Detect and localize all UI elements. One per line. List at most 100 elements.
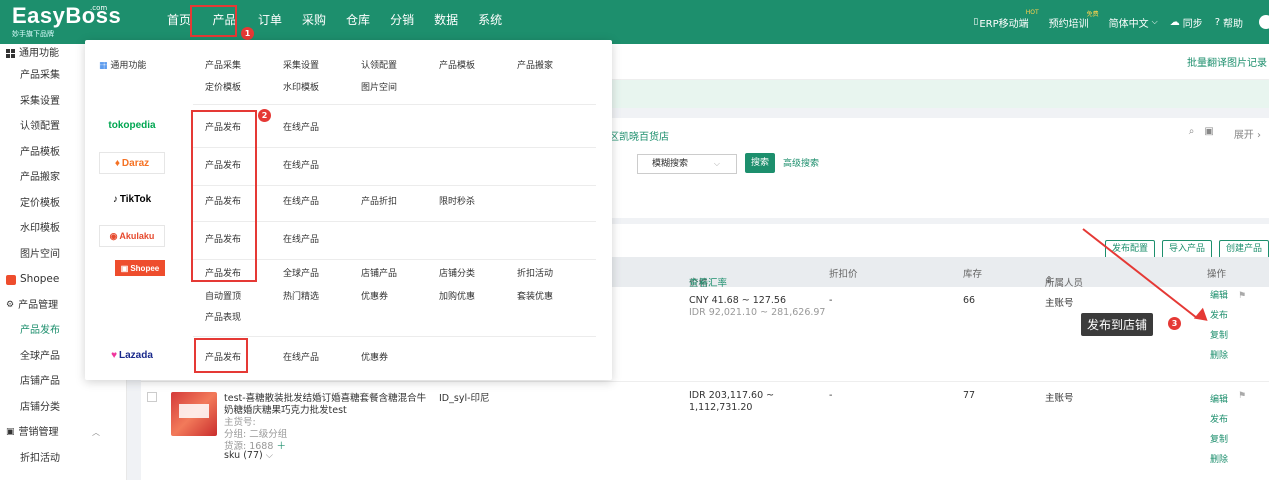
search-button[interactable]: 搜索	[745, 153, 775, 173]
language-select[interactable]: 简体中文 ⌵	[1109, 15, 1158, 30]
logo[interactable]: EasyBoss .com 妙手旗下品牌	[12, 4, 121, 39]
filter-tools: ⌕ ▣ 展开 ›	[1179, 126, 1261, 141]
user-menu[interactable]	[1259, 15, 1269, 29]
training-label: 预约培训	[1048, 18, 1089, 30]
dropdown-general-label: 通用功能	[110, 61, 147, 71]
dd-akulaku-online[interactable]: 在线产品	[283, 232, 319, 245]
dd-shopee-store-products[interactable]: 店铺产品	[361, 266, 397, 279]
row1-discount: -	[829, 295, 833, 306]
row1-delete-link[interactable]: 删除	[1210, 346, 1228, 366]
tiktok-note-icon: ♪	[112, 193, 118, 205]
nav-warehouse[interactable]: 仓库	[336, 0, 380, 44]
row1-publish-link[interactable]: 发布	[1210, 306, 1228, 326]
settings-icon[interactable]: ▣	[1204, 126, 1213, 141]
row2-checkbox[interactable]	[147, 392, 157, 402]
grid-icon: ▦	[99, 61, 108, 71]
sort-icon[interactable]: ⇕	[1045, 275, 1053, 286]
sidebar-item-discount[interactable]: 折扣活动	[0, 446, 126, 472]
search-mode-select[interactable]: 模糊搜索 ⌵	[637, 154, 737, 174]
daraz-logo-text: Daraz	[121, 157, 150, 169]
nav-distribution[interactable]: 分销	[380, 0, 424, 44]
dd-shopee-add-on[interactable]: 加购优惠	[439, 289, 475, 302]
store-name[interactable]: 区凯晓百货店	[609, 128, 669, 143]
free-badge: 免费	[1086, 10, 1099, 18]
help-icon: ?	[1214, 16, 1220, 28]
dd-tokopedia-online[interactable]: 在线产品	[283, 120, 319, 133]
dd-lazada-online[interactable]: 在线产品	[283, 350, 319, 363]
dd-general-claim-config[interactable]: 认领配置	[361, 58, 397, 71]
shopee-bag-icon	[6, 274, 16, 285]
akulaku-logo: ◉ Akulaku	[99, 225, 165, 247]
row2-store-id: ID_syl-印尼	[439, 393, 490, 404]
row2-sku-toggle[interactable]: sku (77) ⌵	[224, 450, 273, 461]
sync-button[interactable]: ☁ 同步	[1170, 15, 1203, 30]
sidebar-shopee-label: Shopee	[20, 273, 60, 285]
publish-to-store-tooltip: 发布到店铺	[1081, 313, 1154, 336]
dd-general-product-move[interactable]: 产品搬家	[517, 58, 553, 71]
advanced-search-link[interactable]: 高级搜索	[783, 156, 819, 169]
sidebar-marketing[interactable]: ▣ 营销管理 ︿	[0, 420, 126, 446]
chevron-down-icon: ⌵	[265, 450, 273, 461]
row2-delete-link[interactable]: 删除	[1210, 450, 1228, 470]
dd-general-watermark-template[interactable]: 水印模板	[283, 80, 319, 93]
nav-order[interactable]: 订单	[248, 0, 292, 44]
sidebar-item-store-category[interactable]: 店铺分类	[0, 395, 126, 421]
logo-sup: .com	[90, 4, 108, 12]
nav-system[interactable]: 系统	[468, 0, 512, 44]
training-link[interactable]: 预约培训 免费	[1048, 11, 1099, 30]
expand-link[interactable]: 展开 ›	[1224, 126, 1261, 141]
gear-icon: ⚙	[6, 299, 15, 310]
row2-publish-link[interactable]: 发布	[1210, 410, 1228, 430]
flag-icon[interactable]: ⚑	[1238, 391, 1246, 401]
dd-general-collect-settings[interactable]: 采集设置	[283, 58, 319, 71]
mobile-icon: ▯	[973, 17, 979, 27]
highlight-lazada-publish	[194, 338, 248, 373]
dd-tiktok-flash-sale[interactable]: 限时秒杀	[439, 194, 475, 207]
hot-badge: HOT	[1025, 8, 1039, 16]
dd-shopee-auto-top[interactable]: 自动置顶	[205, 289, 241, 302]
dropdown-akulaku-section: ◉ Akulaku 产品发布 在线产品	[85, 222, 612, 260]
row2-owner: 主账号	[1045, 393, 1074, 404]
nav-data[interactable]: 数据	[424, 0, 468, 44]
dd-shopee-discount[interactable]: 折扣活动	[517, 266, 553, 279]
dd-general-product-template[interactable]: 产品模板	[439, 58, 475, 71]
row1-edit-link[interactable]: 编辑	[1210, 286, 1228, 306]
dd-shopee-coupon[interactable]: 优惠券	[361, 289, 388, 302]
dd-shopee-global[interactable]: 全球产品	[283, 266, 319, 279]
dd-shopee-performance[interactable]: 产品表现	[205, 310, 241, 323]
dd-tiktok-online[interactable]: 在线产品	[283, 194, 319, 207]
row1-copy-link[interactable]: 复制	[1210, 326, 1228, 346]
chevron-down-icon: ⌵	[1151, 17, 1158, 26]
dd-general-image-space[interactable]: 图片空间	[361, 80, 397, 93]
dd-lazada-coupon[interactable]: 优惠券	[361, 350, 388, 363]
help-label: 帮助	[1223, 18, 1243, 30]
dropdown-shopee-section: ▣ Shopee 产品发布 全球产品 店铺产品 店铺分类 折扣活动 自动置顶 热门…	[85, 260, 612, 337]
add-icon[interactable]: ＋	[276, 441, 286, 452]
help-button[interactable]: ? 帮助	[1215, 15, 1243, 30]
flag-icon[interactable]: ⚑	[1238, 291, 1246, 301]
dd-daraz-online[interactable]: 在线产品	[283, 158, 319, 171]
cloud-icon: ☁	[1169, 16, 1180, 28]
search-icon[interactable]: ⌕	[1189, 126, 1195, 141]
row1-price-idr: IDR 92,021.10 ~ 281,626.97	[689, 307, 826, 318]
dropdown-general-section: ▦ 通用功能 产品采集 采集设置 认领配置 产品模板 产品搬家 定价模板 水印模…	[85, 40, 612, 105]
row2-product-image[interactable]	[171, 392, 217, 436]
batch-translate-link[interactable]: 批量翻译图片记录	[1187, 54, 1267, 69]
row2-copy-link[interactable]: 复制	[1210, 430, 1228, 450]
dd-shopee-hot-picks[interactable]: 热门精选	[283, 289, 319, 302]
row2-discount: -	[829, 390, 833, 401]
dd-general-collect[interactable]: 产品采集	[205, 58, 241, 71]
dropdown-general-title: ▦ 通用功能	[99, 58, 146, 71]
nav-purchase[interactable]: 采购	[292, 0, 336, 44]
lazada-logo: ♥ Lazada	[99, 344, 165, 366]
dd-general-pricing-template[interactable]: 定价模板	[205, 80, 241, 93]
search-mode-value: 模糊搜索	[652, 159, 689, 169]
dd-shopee-store-category[interactable]: 店铺分类	[439, 266, 475, 279]
dd-shopee-bundle[interactable]: 套装优惠	[517, 289, 553, 302]
row2-edit-link[interactable]: 编辑	[1210, 390, 1228, 410]
daraz-logo: ♦ Daraz	[99, 152, 165, 174]
dd-tiktok-discount[interactable]: 产品折扣	[361, 194, 397, 207]
daraz-flame-icon: ♦	[114, 157, 120, 169]
lazada-logo-text: Lazada	[119, 349, 153, 361]
erp-mobile-link[interactable]: ▯ ERP移动端 HOT	[973, 9, 1038, 30]
